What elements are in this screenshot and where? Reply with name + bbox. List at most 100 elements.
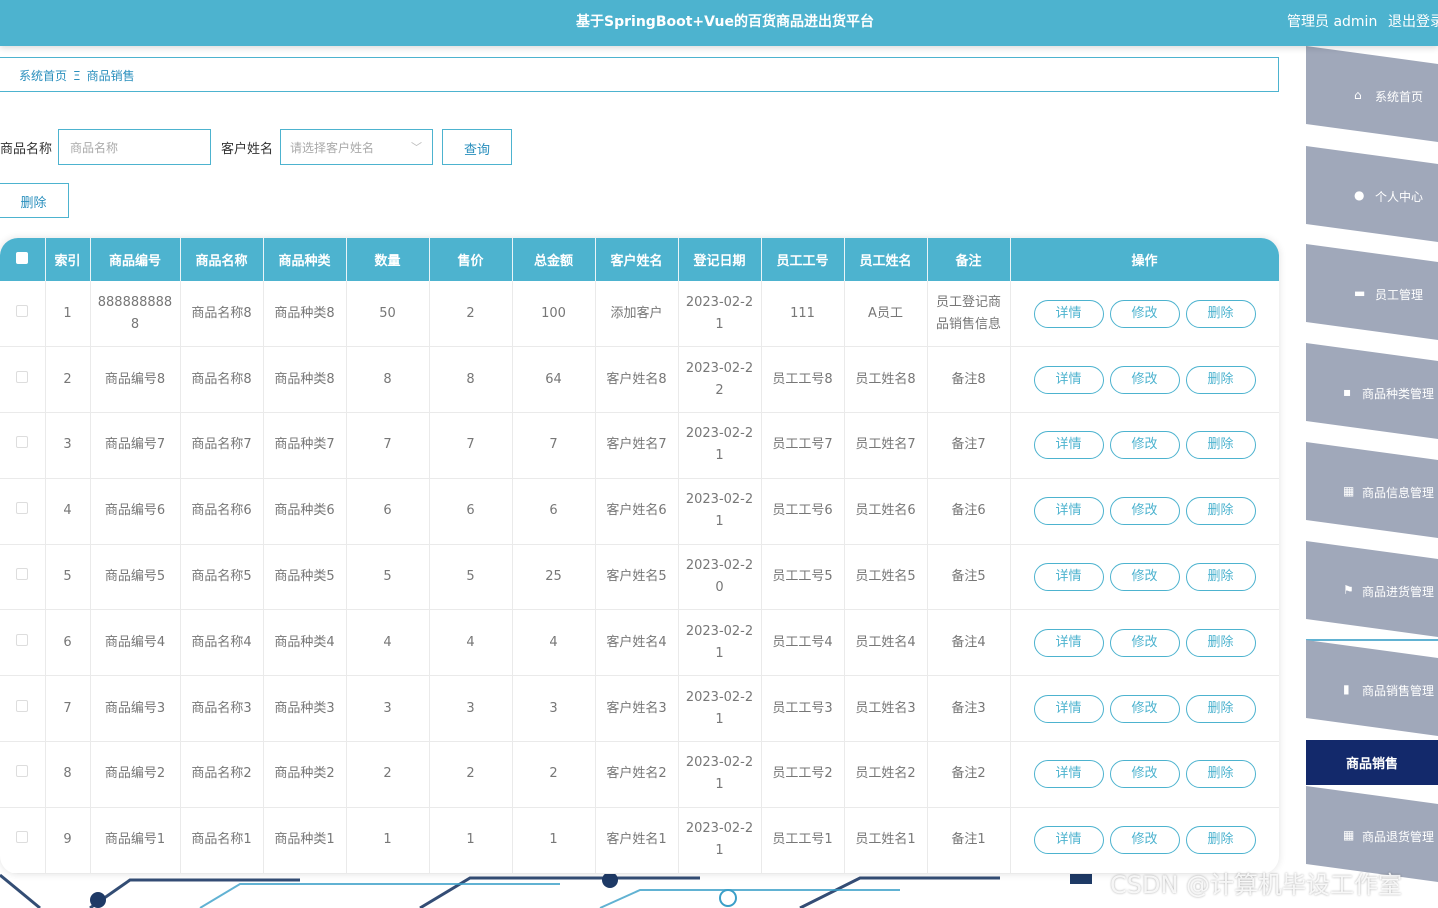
edit-button[interactable]: 修改 [1109, 497, 1180, 526]
cell-remark: 备注4 [927, 609, 1011, 677]
row-checkbox-cell[interactable] [0, 807, 46, 874]
cell-employee-id: 111 [761, 281, 845, 348]
cell-register-date: 2023-02-21 [678, 741, 762, 808]
cell-price: 7 [429, 412, 513, 479]
detail-button[interactable]: 详情 [1033, 694, 1104, 723]
product-name-input[interactable]: 商品名称 [58, 129, 211, 165]
sidebar-item-7[interactable]: ▮ 商品销售管理 [1306, 640, 1438, 720]
cell-customer-name: 客户姓名7 [595, 412, 679, 479]
sidebar-item-label: 员工管理 [1375, 288, 1424, 302]
row-checkbox[interactable] [16, 831, 29, 844]
delete-button[interactable]: 删除 [1185, 628, 1256, 657]
edit-button[interactable]: 修改 [1109, 299, 1180, 328]
edit-button[interactable]: 修改 [1109, 694, 1180, 723]
detail-button[interactable]: 详情 [1033, 826, 1104, 855]
customer-name-select[interactable]: 请选择客户姓名 ﹀ [280, 129, 433, 165]
menu-item-product-sales-active[interactable]: 商品销售 [1306, 740, 1438, 785]
row-checkbox-cell[interactable] [0, 609, 46, 677]
row-checkbox-cell[interactable] [0, 478, 46, 545]
row-checkbox-cell[interactable] [0, 412, 46, 479]
cell-total-amount: 6 [512, 478, 596, 545]
cell-product-category: 商品种类5 [263, 544, 347, 611]
sidebar-item-6[interactable]: ⚑ 商品进货管理 [1306, 541, 1438, 621]
cell-product-code: 8888888888 [90, 281, 181, 348]
cell-employee-id: 员工工号1 [761, 807, 845, 874]
delete-button[interactable]: 删除 [1185, 431, 1256, 460]
query-button[interactable]: 查询 [442, 129, 512, 165]
sidebar-item-4[interactable]: ▪ 商品种类管理 [1306, 343, 1438, 423]
detail-button[interactable]: 详情 [1033, 497, 1104, 526]
sidebar-item-1[interactable]: ⌂ 系统首页 [1306, 46, 1438, 126]
column-header-actions: 操作 [1010, 238, 1279, 281]
cell-employee-name: 员工姓名6 [844, 478, 928, 545]
cell-index: 3 [45, 412, 91, 479]
row-checkbox[interactable] [16, 633, 29, 646]
delete-button[interactable]: 删除 [1185, 563, 1256, 592]
breadcrumb-home[interactable]: 系统首页 [19, 69, 67, 83]
row-checkbox[interactable] [16, 502, 29, 515]
edit-button[interactable]: 修改 [1109, 826, 1180, 855]
edit-button[interactable]: 修改 [1109, 760, 1180, 789]
row-checkbox[interactable] [16, 370, 29, 383]
cell-product-category: 商品种类4 [263, 609, 347, 677]
edit-button[interactable]: 修改 [1109, 431, 1180, 460]
detail-button[interactable]: 详情 [1033, 431, 1104, 460]
batch-delete-button[interactable]: 删除 [0, 183, 69, 218]
select-all-checkbox[interactable] [0, 238, 46, 281]
cell-quantity: 4 [346, 609, 430, 677]
edit-button[interactable]: 修改 [1109, 365, 1180, 394]
cell-remark: 备注2 [927, 741, 1011, 808]
cell-product-category: 商品种类1 [263, 807, 347, 874]
cell-quantity: 7 [346, 412, 430, 479]
cell-price: 4 [429, 609, 513, 677]
column-header-price: 售价 [429, 238, 513, 281]
row-checkbox[interactable] [16, 568, 29, 581]
row-checkbox-cell[interactable] [0, 346, 46, 414]
edit-button[interactable]: 修改 [1109, 563, 1180, 592]
edit-button[interactable]: 修改 [1109, 628, 1180, 657]
row-checkbox-cell[interactable] [0, 675, 46, 743]
sidebar-item-5[interactable]: ▦ 商品信息管理 [1306, 442, 1438, 522]
cell-product-category: 商品种类8 [263, 346, 347, 414]
cell-customer-name: 客户姓名8 [595, 346, 679, 414]
row-checkbox-cell[interactable] [0, 544, 46, 611]
cell-remark: 备注1 [927, 807, 1011, 874]
cell-quantity: 3 [346, 675, 430, 743]
cell-remark: 备注8 [927, 346, 1011, 414]
cell-product-category: 商品种类3 [263, 675, 347, 743]
detail-button[interactable]: 详情 [1033, 299, 1104, 328]
cell-quantity: 6 [346, 478, 430, 545]
cell-product-category: 商品种类7 [263, 412, 347, 479]
detail-button[interactable]: 详情 [1033, 760, 1104, 789]
table-row: 8 商品编号2 商品名称2 商品种类2 2 2 2 客户姓名2 2023-02-21 员工工号2 员… [0, 741, 1279, 808]
cell-actions: 详情 修改 删除 [1010, 412, 1279, 479]
row-checkbox[interactable] [16, 304, 29, 317]
home-icon: ⌂ [1354, 88, 1362, 102]
delete-button[interactable]: 删除 [1185, 760, 1256, 789]
sidebar-item-2[interactable]: ● 个人中心 [1306, 146, 1438, 226]
cell-actions: 详情 修改 删除 [1010, 741, 1279, 808]
user-icon: ● [1354, 188, 1365, 202]
sidebar-item-8[interactable]: ▦ 商品退货管理 [1306, 786, 1438, 866]
detail-button[interactable]: 详情 [1033, 563, 1104, 592]
detail-button[interactable]: 详情 [1033, 628, 1104, 657]
comment-icon: ▪ [1343, 385, 1352, 399]
cell-employee-name: A员工 [844, 281, 928, 348]
delete-button[interactable]: 删除 [1185, 694, 1256, 723]
delete-button[interactable]: 删除 [1185, 299, 1256, 328]
delete-button[interactable]: 删除 [1185, 826, 1256, 855]
detail-button[interactable]: 详情 [1033, 365, 1104, 394]
row-checkbox[interactable] [16, 699, 29, 712]
row-checkbox-cell[interactable] [0, 281, 46, 348]
delete-button[interactable]: 删除 [1185, 365, 1256, 394]
cell-remark: 备注6 [927, 478, 1011, 545]
sidebar-item-3[interactable]: ▬ 员工管理 [1306, 244, 1438, 324]
column-header-product-name: 商品名称 [180, 238, 264, 281]
logout-link[interactable]: 退出登录 [1388, 11, 1438, 31]
cell-quantity: 8 [346, 346, 430, 414]
row-checkbox[interactable] [16, 436, 29, 449]
row-checkbox-cell[interactable] [0, 741, 46, 808]
cell-index: 4 [45, 478, 91, 545]
delete-button[interactable]: 删除 [1185, 497, 1256, 526]
row-checkbox[interactable] [16, 765, 29, 778]
